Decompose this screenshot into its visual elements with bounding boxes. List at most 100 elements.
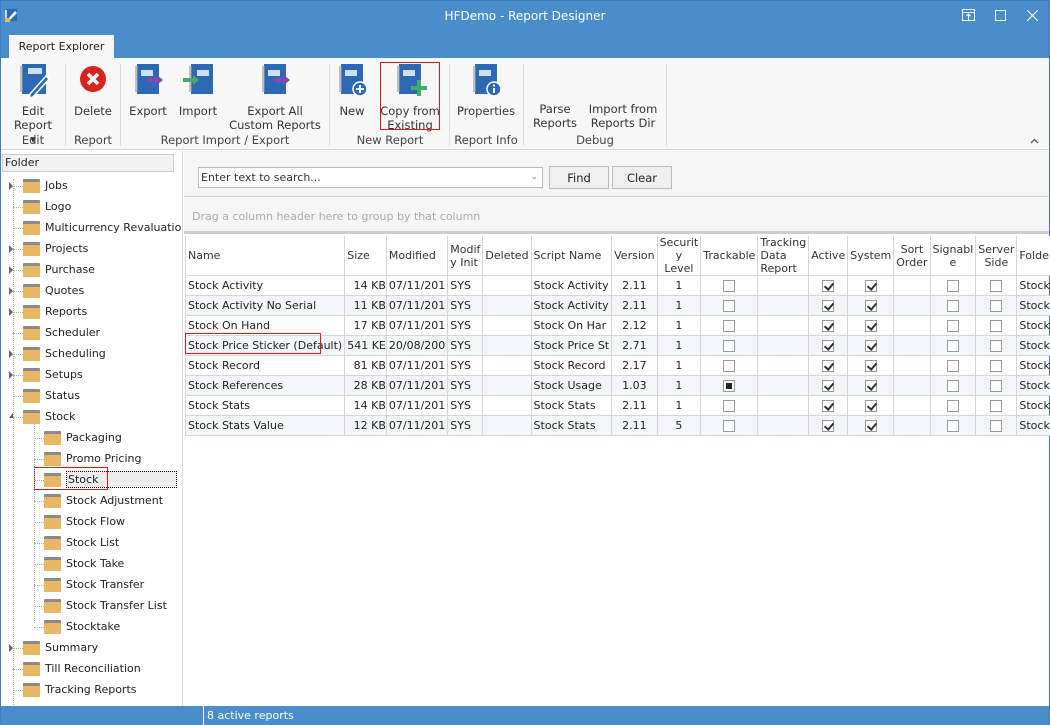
delete-button[interactable]: Delete: [73, 62, 113, 118]
tree-item[interactable]: Stock Transfer List: [44, 595, 167, 616]
export-all-custom-reports-button[interactable]: Export All Custom Reports: [229, 62, 321, 132]
table-row[interactable]: Stock Stats Value 12 KB 07/11/201 SYS Stock …: [184, 415, 1050, 436]
tree-item[interactable]: Quotes: [23, 280, 84, 301]
trackable-checkbox[interactable]: [723, 340, 736, 352]
column-header[interactable]: Script Name: [530, 236, 613, 276]
table-row[interactable]: Stock Activity No Serial 11 KB 07/11/201 SY…: [184, 295, 1050, 316]
server-side-checkbox[interactable]: [990, 360, 1003, 372]
trackable-checkbox[interactable]: [723, 400, 736, 412]
tree-item[interactable]: Tracking Reports: [23, 679, 137, 700]
trackable-checkbox[interactable]: [723, 360, 736, 372]
column-header[interactable]: Signabl e: [929, 236, 977, 276]
trackable-checkbox[interactable]: [723, 380, 736, 392]
maximize-button[interactable]: [985, 5, 1015, 25]
tree-item[interactable]: Jobs: [23, 175, 68, 196]
column-header[interactable]: Name: [184, 236, 346, 276]
active-checkbox[interactable]: [822, 280, 835, 292]
system-checkbox[interactable]: [864, 300, 877, 312]
find-button[interactable]: Find: [549, 166, 609, 189]
signable-checkbox[interactable]: [946, 340, 959, 352]
signable-checkbox[interactable]: [946, 360, 959, 372]
tab-report-explorer[interactable]: Report Explorer: [9, 35, 114, 58]
table-row[interactable]: Stock Record 81 KB 07/11/201 SYS Stock Recor…: [184, 355, 1050, 376]
column-header[interactable]: Sort Order: [893, 236, 931, 276]
tree-item[interactable]: Promo Pricing: [44, 448, 141, 469]
signable-checkbox[interactable]: [946, 400, 959, 412]
system-checkbox[interactable]: [864, 340, 877, 352]
column-header[interactable]: Deleted: [482, 236, 532, 276]
export-button[interactable]: Export: [127, 62, 169, 118]
import-button[interactable]: Import: [177, 62, 219, 118]
import-from-reports-dir-button[interactable]: Import from Reports Dir: [587, 102, 659, 130]
parse-reports-button[interactable]: Parse Reports: [531, 102, 579, 130]
restore-ribbon-button[interactable]: [953, 5, 983, 25]
column-header[interactable]: Tracking Data Report: [757, 236, 810, 276]
server-side-checkbox[interactable]: [990, 340, 1003, 352]
column-header[interactable]: System: [847, 236, 895, 276]
search-input[interactable]: Enter text to search... ⌄: [198, 167, 543, 188]
server-side-checkbox[interactable]: [990, 400, 1003, 412]
column-header[interactable]: Version: [611, 236, 658, 276]
active-checkbox[interactable]: [822, 320, 835, 332]
tree-item[interactable]: Stocktake: [44, 616, 120, 637]
tree-item[interactable]: Stock Flow: [44, 511, 125, 532]
active-checkbox[interactable]: [822, 340, 835, 352]
server-side-checkbox[interactable]: [990, 300, 1003, 312]
tree-item[interactable]: Logo: [23, 196, 71, 217]
server-side-checkbox[interactable]: [990, 380, 1003, 392]
tree-item[interactable]: Multicurrency Revaluation: [23, 217, 182, 238]
tree-item[interactable]: Projects: [23, 238, 88, 259]
system-checkbox[interactable]: [864, 360, 877, 372]
tree-item[interactable]: Stock: [23, 406, 75, 427]
signable-checkbox[interactable]: [946, 420, 959, 432]
clear-button[interactable]: Clear: [612, 166, 672, 189]
signable-checkbox[interactable]: [946, 280, 959, 292]
system-checkbox[interactable]: [864, 400, 877, 412]
active-checkbox[interactable]: [822, 420, 835, 432]
column-header[interactable]: Trackable: [700, 236, 759, 276]
system-checkbox[interactable]: [864, 420, 877, 432]
active-checkbox[interactable]: [822, 300, 835, 312]
new-report-button[interactable]: New: [335, 62, 369, 118]
signable-checkbox[interactable]: [946, 320, 959, 332]
tree-item[interactable]: Purchase: [23, 259, 95, 280]
server-side-checkbox[interactable]: [990, 280, 1003, 292]
tree-item[interactable]: Stock Take: [44, 553, 124, 574]
table-row[interactable]: Stock Stats 14 KB 07/11/201 SYS Stock Stats 2…: [184, 395, 1050, 416]
chevron-down-icon[interactable]: ⌄: [530, 168, 538, 187]
column-header[interactable]: Modif y Init: [447, 236, 484, 276]
trackable-checkbox[interactable]: [723, 420, 736, 432]
properties-button[interactable]: Properties: [456, 62, 516, 118]
system-checkbox[interactable]: [864, 320, 877, 332]
trackable-checkbox[interactable]: [723, 280, 736, 292]
active-checkbox[interactable]: [822, 380, 835, 392]
column-header[interactable]: Folder: [1016, 236, 1050, 276]
trackable-checkbox[interactable]: [723, 320, 736, 332]
tree-item[interactable]: Summary: [23, 637, 98, 658]
tree-item[interactable]: Status: [23, 385, 80, 406]
tree-item[interactable]: Setups: [23, 364, 83, 385]
close-button[interactable]: [1017, 5, 1047, 25]
system-checkbox[interactable]: [864, 380, 877, 392]
server-side-checkbox[interactable]: [990, 420, 1003, 432]
table-row[interactable]: Stock Activity 14 KB 07/11/201 SYS Stock Act…: [184, 275, 1050, 296]
system-checkbox[interactable]: [864, 280, 877, 292]
server-side-checkbox[interactable]: [990, 320, 1003, 332]
tree-item[interactable]: Till Reconciliation: [23, 658, 141, 679]
tree-item[interactable]: Scheduler: [23, 322, 100, 343]
collapse-ribbon-button[interactable]: [1030, 136, 1039, 147]
tree-item[interactable]: Scheduling: [23, 343, 106, 364]
signable-checkbox[interactable]: [946, 300, 959, 312]
column-header[interactable]: Server Side: [975, 236, 1018, 276]
active-checkbox[interactable]: [822, 400, 835, 412]
column-header[interactable]: Modified: [385, 236, 449, 276]
column-header[interactable]: Active: [808, 236, 849, 276]
column-header[interactable]: Securit y Level: [656, 236, 702, 276]
tree-item[interactable]: Stock Transfer: [44, 574, 144, 595]
column-header[interactable]: Size: [344, 236, 387, 276]
table-row[interactable]: Stock References 28 KB 07/11/201 SYS Stock U…: [184, 375, 1050, 396]
tree-item[interactable]: Stock List: [44, 532, 119, 553]
signable-checkbox[interactable]: [946, 380, 959, 392]
active-checkbox[interactable]: [822, 360, 835, 372]
trackable-checkbox[interactable]: [723, 300, 736, 312]
